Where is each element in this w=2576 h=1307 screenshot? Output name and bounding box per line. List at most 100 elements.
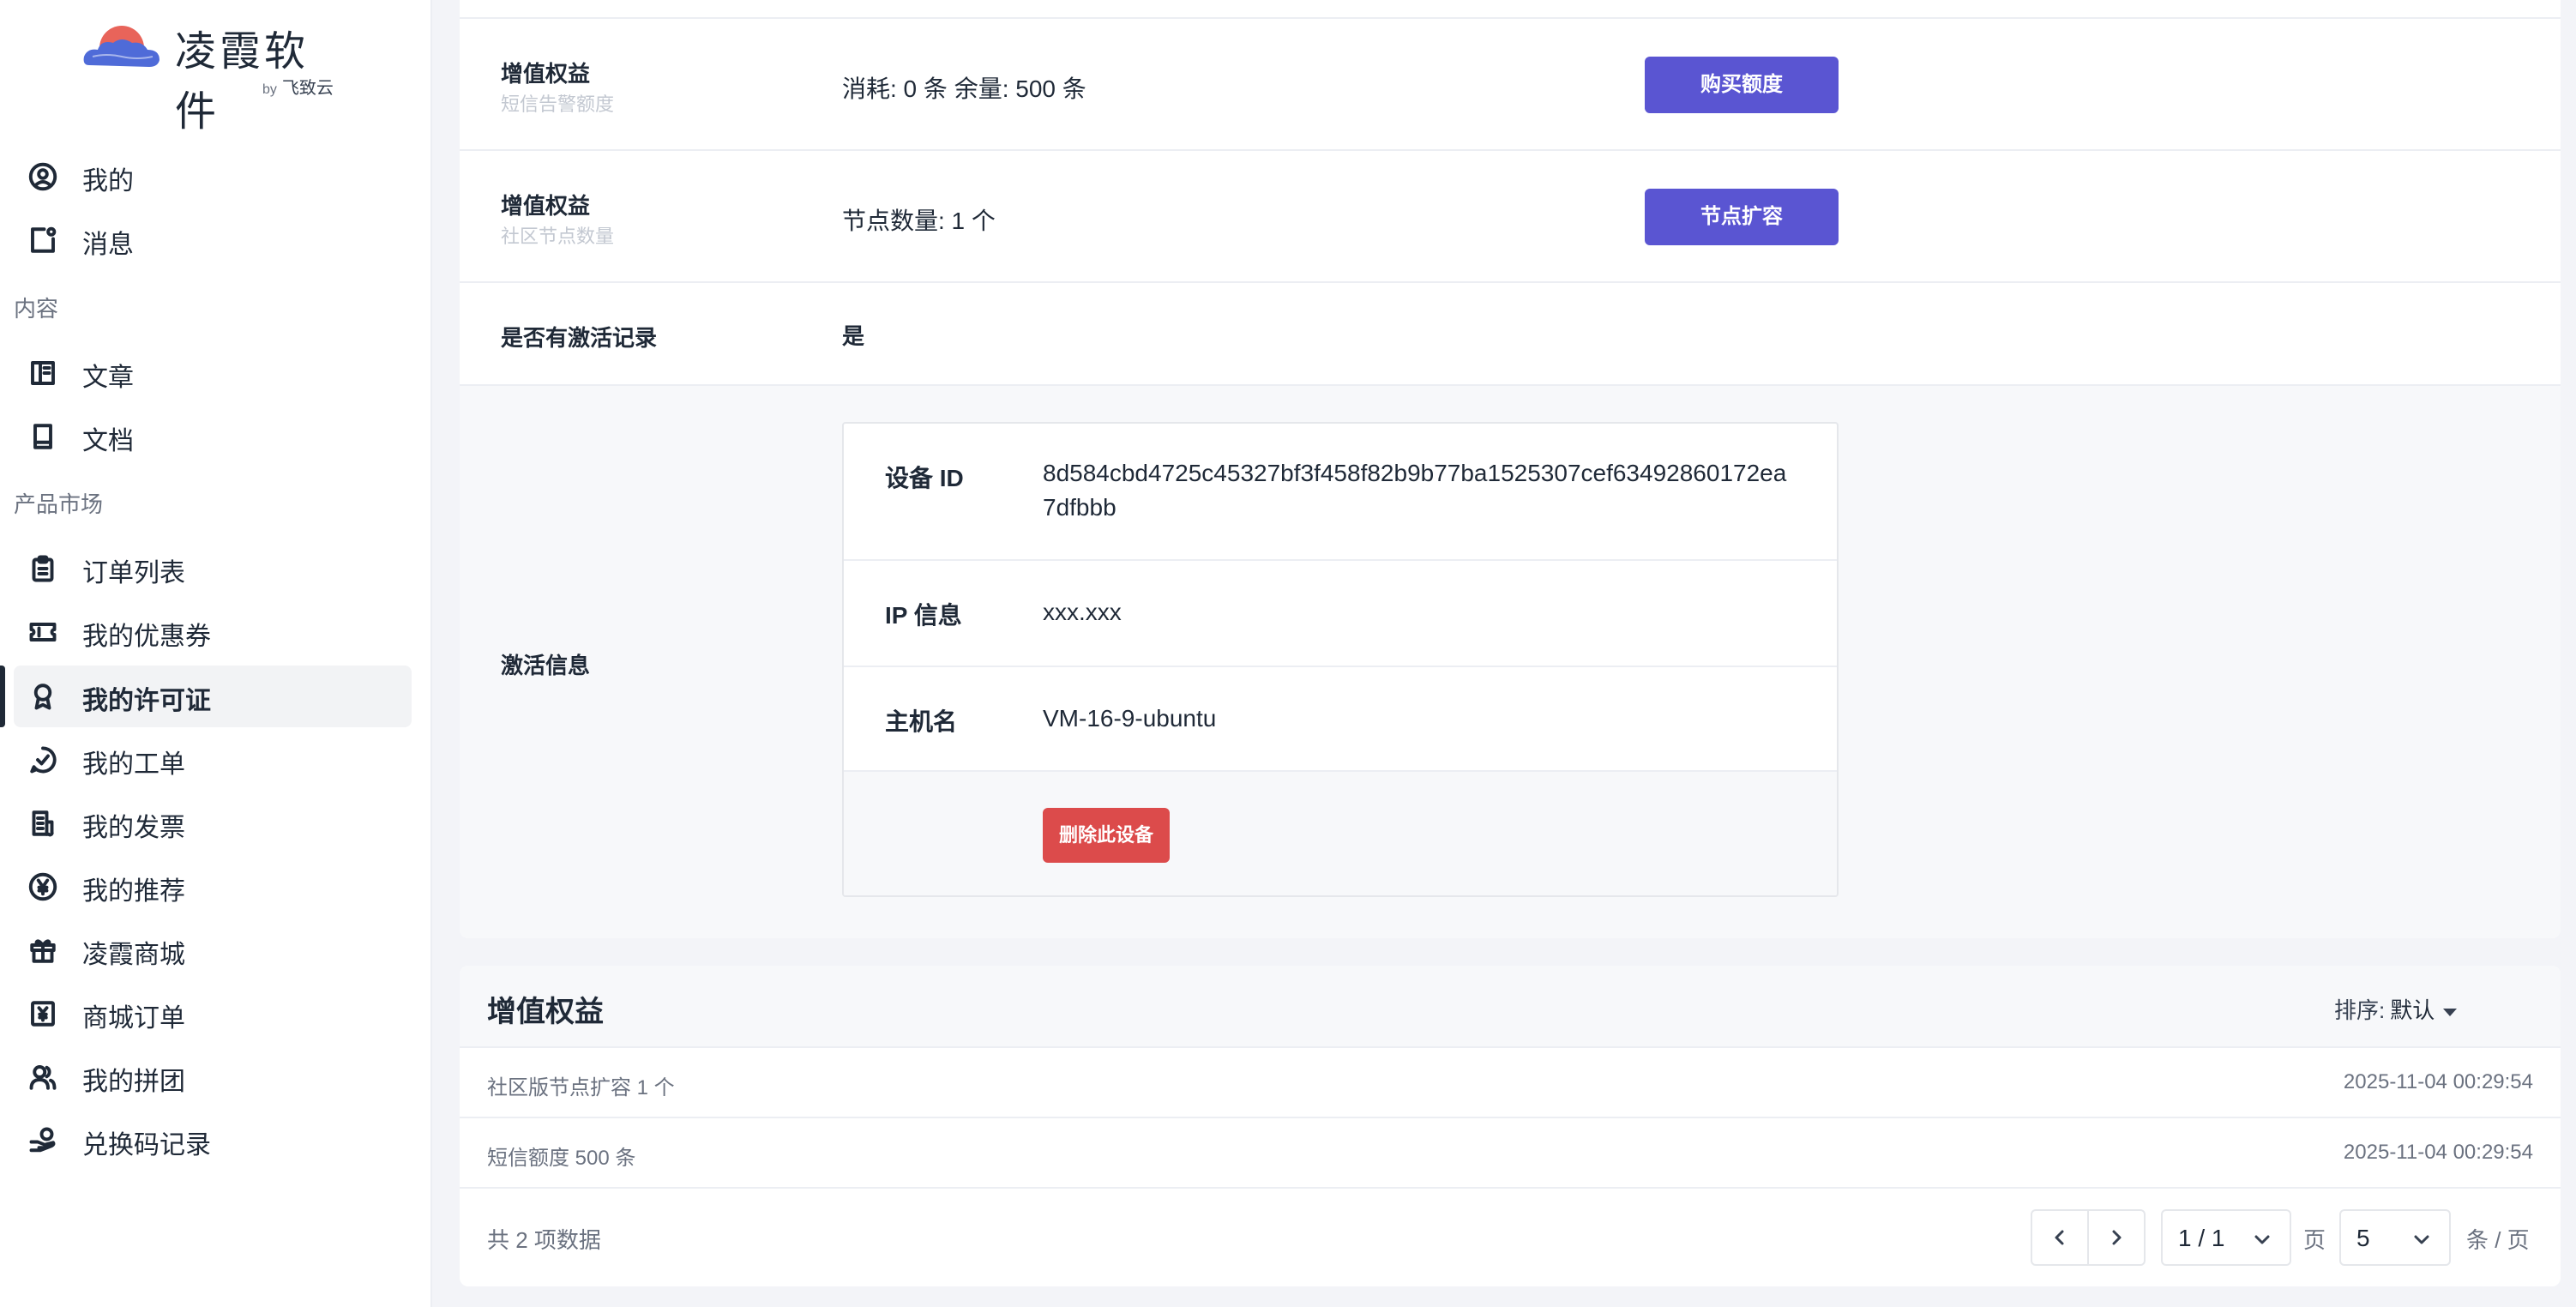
benefit-time: 2025-11-04 00:29:54: [2343, 1070, 2533, 1093]
activation-record-key: 是否有激活记录: [501, 325, 658, 351]
sidebar-item-tickets[interactable]: 我的工单: [14, 729, 412, 791]
sidebar-item-articles[interactable]: 文章: [14, 342, 412, 404]
page-select-value: 1 / 1: [2178, 1225, 2225, 1251]
chevron-right-icon: [2112, 1230, 2122, 1245]
order-icon: [27, 998, 58, 1029]
sidebar-item-label: 我的工单: [82, 750, 185, 779]
activation-info-key: 激活信息: [501, 653, 591, 678]
sidebar-item-mall-orders[interactable]: 商城订单: [14, 983, 412, 1045]
sidebar-item-label: 我的许可证: [82, 687, 211, 715]
sidebar-item-label: 我的优惠券: [82, 623, 211, 651]
next-page-button[interactable]: [2087, 1209, 2146, 1266]
sidebar-item-label: 兑换码记录: [82, 1131, 211, 1159]
hostname-label: 主机名: [885, 708, 958, 735]
users-icon: [27, 1062, 58, 1093]
ip-value: xxx.xxx: [1043, 599, 1122, 625]
chevron-down-icon: [2254, 1235, 2270, 1244]
sidebar-item-redeem-records[interactable]: 兑换码记录: [14, 1110, 412, 1171]
user-circle-icon: [27, 161, 58, 192]
hostname-value: VM-16-9-ubuntu: [1043, 705, 1217, 732]
cloud-logo-icon: [83, 26, 159, 67]
device-id-row: 设备 ID 8d584cbd4725c45327bf3f458f82b9b77b…: [844, 424, 1837, 561]
sidebar-item-label: 订单列表: [82, 559, 185, 587]
brand-logo[interactable]: 凌霞软件 by 飞致云: [81, 17, 346, 135]
activation-info-box: 设备 ID 8d584cbd4725c45327bf3f458f82b9b77b…: [842, 422, 1839, 897]
sidebar-item-label: 消息: [82, 231, 134, 259]
sidebar-item-messages[interactable]: 消息: [14, 209, 412, 271]
caret-down-icon: [2443, 1008, 2458, 1016]
brand-sub: by 飞致云: [262, 74, 334, 99]
hand-coin-icon: [27, 1125, 58, 1156]
sidebar-item-coupons[interactable]: 我的优惠券: [14, 601, 412, 663]
page-select[interactable]: 1 / 1: [2161, 1209, 2291, 1266]
activation-record-row: 是否有激活记录 是: [460, 283, 2561, 386]
gift-icon: [27, 935, 58, 966]
sidebar-item-label: 文章: [82, 364, 134, 392]
book-icon: [27, 421, 58, 452]
yen-icon: [27, 871, 58, 902]
node-count-key: 增值权益: [501, 193, 591, 219]
pagination-bar: 共 2 项数据 1 / 1 页 5 条 / 页: [460, 1190, 2561, 1286]
ip-label: IP 信息: [885, 602, 962, 629]
delete-device-button[interactable]: 删除此设备: [1043, 808, 1170, 863]
benefits-header: 增值权益 排序: 默认: [460, 966, 2561, 1048]
device-id-value: 8d584cbd4725c45327bf3f458f82b9b77ba15253…: [1043, 460, 1787, 521]
sidebar-item-label: 商城订单: [82, 1004, 185, 1033]
sms-quota-subkey: 短信告警额度: [501, 93, 615, 115]
total-count: 共 2 项数据: [487, 1227, 601, 1253]
sidebar-item-label: 凌霞商城: [82, 941, 185, 969]
sort-dropdown[interactable]: 排序: 默认: [2334, 993, 2458, 1025]
sidebar-item-licenses[interactable]: 我的许可证: [14, 666, 412, 727]
sidebar-item-docs[interactable]: 文档: [14, 406, 412, 467]
message-icon: [27, 225, 58, 256]
sidebar-item-referrals[interactable]: 我的推荐: [14, 856, 412, 918]
sidebar-item-invoices[interactable]: 我的发票: [14, 792, 412, 854]
receipt-icon: [27, 808, 58, 839]
ip-row: IP 信息 xxx.xxx: [844, 561, 1837, 667]
sidebar-item-me[interactable]: 我的: [14, 146, 412, 208]
brand-sub-name: 飞致云: [281, 79, 334, 98]
brand-by: by: [262, 82, 277, 97]
page-size-unit: 条 / 页: [2466, 1227, 2530, 1253]
prev-page-button[interactable]: [2031, 1209, 2089, 1266]
ticket-icon: [27, 617, 58, 647]
chevron-left-icon: [2055, 1230, 2064, 1245]
sidebar-item-label: 文档: [82, 427, 134, 455]
sidebar-item-label: 我的推荐: [82, 877, 185, 906]
sort-value: 默认: [2390, 997, 2435, 1023]
active-indicator: [0, 666, 5, 727]
benefit-name: 社区版节点扩容 1 个: [487, 1076, 675, 1099]
section-market: 产品市场: [14, 491, 104, 517]
page-size-select[interactable]: 5: [2339, 1209, 2451, 1266]
sidebar-item-label: 我的拼团: [82, 1068, 185, 1096]
page-size-value: 5: [2356, 1225, 2370, 1251]
clipboard-icon: [27, 553, 58, 584]
license-detail-card: 增值权益 短信告警额度 消耗: 0 条 余量: 500 条 购买额度 增值权益 …: [460, 0, 2561, 938]
sidebar-item-group-buy[interactable]: 我的拼团: [14, 1046, 412, 1108]
hostname-row: 主机名 VM-16-9-ubuntu: [844, 667, 1837, 772]
sort-label: 排序:: [2334, 997, 2386, 1023]
sidebar-item-orders[interactable]: 订单列表: [14, 538, 412, 599]
top-row-edge: [460, 0, 2561, 19]
award-icon: [27, 681, 58, 712]
sms-quota-row: 增值权益 短信告警额度 消耗: 0 条 余量: 500 条 购买额度: [460, 19, 2561, 151]
activation-record-value: 是: [842, 323, 865, 349]
activation-info-row: 激活信息 设备 ID 8d584cbd4725c45327bf3f458f82b…: [460, 386, 2561, 938]
expand-nodes-button[interactable]: 节点扩容: [1645, 189, 1839, 245]
chevron-down-icon: [2414, 1235, 2429, 1244]
device-actions: 删除此设备: [844, 772, 1837, 895]
node-count-subkey: 社区节点数量: [501, 226, 615, 247]
sidebar-item-label: 我的发票: [82, 814, 185, 842]
node-count-value: 节点数量: 1 个: [842, 208, 996, 234]
list-item: 短信额度 500 条 2025-11-04 00:29:54: [460, 1118, 2561, 1189]
page-unit: 页: [2303, 1227, 2326, 1253]
chat-check-icon: [27, 744, 58, 775]
benefit-name: 短信额度 500 条: [487, 1147, 636, 1170]
article-icon: [27, 358, 58, 388]
sms-quota-value: 消耗: 0 条 余量: 500 条: [842, 75, 1086, 102]
list-item: 社区版节点扩容 1 个 2025-11-04 00:29:54: [460, 1048, 2561, 1118]
sidebar-item-mall[interactable]: 凌霞商城: [14, 919, 412, 981]
sms-quota-key: 增值权益: [501, 61, 591, 87]
buy-quota-button[interactable]: 购买额度: [1645, 57, 1839, 113]
section-content: 内容: [14, 296, 59, 322]
